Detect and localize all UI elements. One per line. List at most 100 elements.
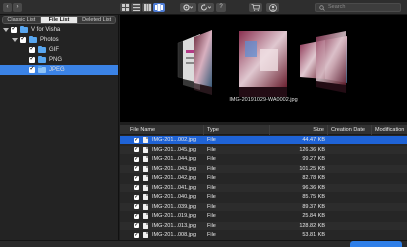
folder-icon — [38, 56, 46, 63]
account-button[interactable] — [266, 3, 279, 12]
list-icon — [132, 4, 140, 11]
tree-item-label: GIF — [49, 47, 59, 53]
row-checkbox[interactable] — [134, 212, 139, 220]
table-row[interactable]: IMG-201...040.jpg File 85.75 KB — [120, 193, 407, 201]
table-header: File Name Type Size Creation Date Modifi… — [120, 125, 407, 143]
cart-button[interactable] — [249, 3, 262, 12]
column-header-type[interactable]: Type — [204, 125, 270, 135]
tree-checkbox[interactable] — [29, 55, 35, 64]
tree-item-gif[interactable]: GIF — [0, 45, 118, 55]
type-cell: File — [207, 146, 216, 153]
type-cell: File — [207, 165, 216, 172]
toolbar: ‹ › ? Search — [0, 0, 407, 15]
file-name-cell: IMG-201...044.jpg — [152, 156, 197, 162]
column-header-modification-date[interactable]: Modification Date — [372, 125, 407, 143]
table-row[interactable]: IMG-201...043.jpg File 101.25 KB — [120, 164, 407, 173]
file-icon — [143, 203, 148, 210]
row-checkbox[interactable] — [134, 136, 139, 144]
disclosure-triangle-icon[interactable] — [3, 28, 9, 32]
coverflow-icon — [155, 4, 163, 11]
folder-icon — [20, 26, 28, 33]
table-row[interactable]: IMG-201...019.jpg File 25.84 KB — [120, 212, 407, 220]
size-cell: 82.78 KB — [302, 175, 325, 181]
tree-item-label: JPEG — [49, 67, 65, 73]
folder-icon — [38, 46, 46, 53]
forward-button[interactable]: › — [13, 3, 22, 12]
status-bar — [0, 240, 407, 247]
folder-icon — [38, 66, 46, 73]
tree-item-label: PNG — [49, 57, 63, 63]
file-name-cell: IMG-201...040.jpg — [152, 194, 197, 200]
help-label: ? — [219, 4, 223, 10]
table-row[interactable]: IMG-201...045.jpg File 126.36 KB — [120, 145, 407, 154]
cover-right-stack[interactable] — [300, 31, 347, 93]
row-checkbox[interactable] — [134, 155, 139, 163]
tree-checkbox[interactable] — [20, 35, 26, 44]
table-row[interactable]: IMG-201...008.jpg File 53.81 KB — [120, 231, 407, 239]
file-name-cell: IMG-201...042.jpg — [152, 175, 197, 181]
search-icon — [319, 5, 325, 11]
row-checkbox[interactable] — [134, 231, 139, 239]
tab-file-list[interactable]: File List — [40, 17, 79, 23]
size-cell: 85.75 KB — [302, 194, 325, 200]
type-cell: File — [207, 137, 216, 143]
tab-classic-list[interactable]: Classic List — [3, 17, 41, 23]
column-header-size[interactable]: Size — [298, 125, 328, 135]
file-name-cell: IMG-201...043.jpg — [152, 165, 197, 172]
table-row[interactable]: IMG-201...041.jpg File 96.36 KB — [120, 183, 407, 192]
row-checkbox[interactable] — [134, 193, 139, 201]
row-checkbox[interactable] — [134, 145, 139, 153]
type-cell: File — [207, 194, 216, 200]
coverflow[interactable] — [120, 15, 407, 122]
type-cell: File — [207, 203, 216, 210]
type-cell: File — [207, 156, 216, 162]
table-row[interactable]: IMG-201...002.jpg File 44.47 KB — [120, 136, 407, 144]
row-checkbox[interactable] — [134, 183, 139, 191]
tree-item-label: V for Visha — [31, 27, 61, 33]
preview-caption: IMG-20191029-WA0002.jpg — [229, 97, 298, 103]
tree-checkbox[interactable] — [29, 45, 35, 54]
row-checkbox[interactable] — [134, 202, 139, 210]
file-name-cell: IMG-201...008.jpg — [152, 232, 197, 238]
help-button[interactable]: ? — [216, 3, 226, 12]
type-cell: File — [207, 184, 216, 191]
refresh-menu-button[interactable] — [198, 3, 214, 12]
coverflow-view-button[interactable] — [153, 3, 165, 12]
file-name-cell: IMG-201...045.jpg — [152, 146, 197, 153]
export-button[interactable] — [350, 241, 402, 247]
tree-item-v-for-visha[interactable]: V for Visha — [0, 25, 118, 35]
tab-deleted-list[interactable]: Deleted List — [78, 17, 115, 23]
row-checkbox[interactable] — [134, 221, 139, 229]
table-row[interactable]: IMG-201...042.jpg File 82.78 KB — [120, 174, 407, 182]
list-view-button[interactable] — [131, 3, 141, 12]
tree-checkbox[interactable] — [11, 25, 17, 34]
table-row[interactable]: IMG-201...039.jpg File 89.37 KB — [120, 202, 407, 211]
tree-checkbox[interactable] — [29, 65, 35, 74]
search-input[interactable]: Search — [315, 3, 401, 12]
column-header-creation-date[interactable]: Creation Date — [328, 125, 372, 135]
column-header-file-name[interactable]: File Name — [120, 125, 204, 135]
cover-left-stack[interactable] — [177, 30, 212, 95]
back-button[interactable]: ‹ — [3, 3, 12, 12]
tree-item-jpeg[interactable]: JPEG — [0, 65, 118, 75]
row-checkbox[interactable] — [134, 174, 139, 182]
file-name-cell: IMG-201...041.jpg — [152, 184, 197, 191]
file-icon — [143, 213, 148, 219]
back-icon: ‹ — [6, 4, 9, 10]
size-cell: 128.82 KB — [299, 222, 325, 229]
cover-center[interactable] — [239, 31, 287, 97]
grid-view-button[interactable] — [120, 3, 130, 12]
size-cell: 89.37 KB — [302, 203, 325, 210]
table-row[interactable]: IMG-201...044.jpg File 99.27 KB — [120, 155, 407, 163]
tree-item-photos[interactable]: Photos — [0, 35, 118, 45]
file-icon — [143, 184, 148, 191]
type-cell: File — [207, 213, 216, 219]
table-row[interactable]: IMG-201...013.jpg File 128.82 KB — [120, 221, 407, 230]
row-checkbox[interactable] — [134, 164, 139, 172]
tree-item-png[interactable]: PNG — [0, 55, 118, 65]
settings-menu-button[interactable] — [180, 3, 196, 12]
disclosure-triangle-icon[interactable] — [12, 38, 18, 42]
column-view-button[interactable] — [142, 3, 152, 12]
type-cell: File — [207, 222, 216, 229]
file-icon — [143, 175, 148, 181]
